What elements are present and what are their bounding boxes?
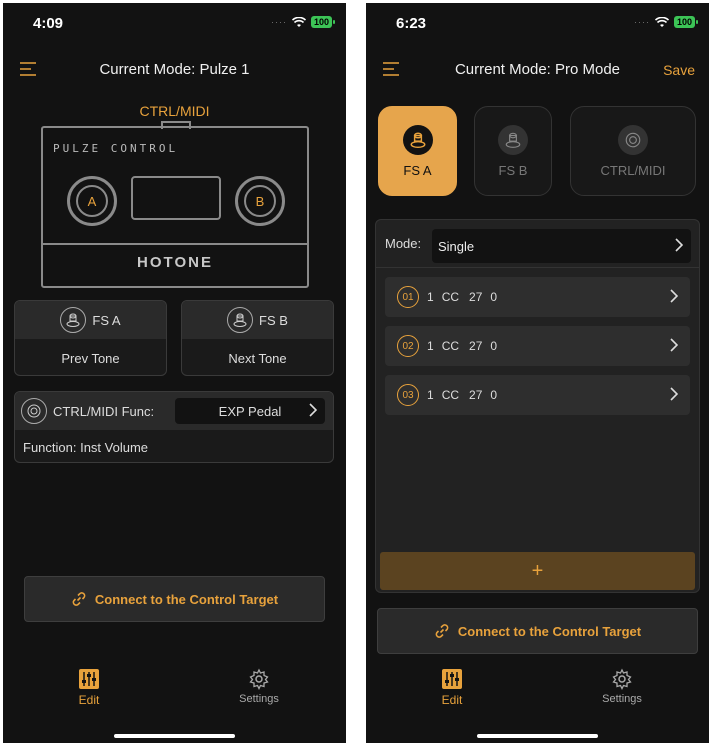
link-icon xyxy=(72,592,86,606)
mode-row: Mode: Single xyxy=(376,220,699,268)
message-channel: 1 xyxy=(427,388,434,402)
status-bar: 6:23 ···· 100 xyxy=(366,3,709,43)
link-icon xyxy=(435,624,449,638)
add-message-button[interactable]: + xyxy=(380,552,695,590)
chevron-right-icon xyxy=(670,338,678,352)
message-number: 02 xyxy=(397,335,419,357)
fs-a-card[interactable]: FS A Prev Tone xyxy=(14,300,167,376)
tab-settings-label: Settings xyxy=(239,693,279,705)
message-value: 0 xyxy=(490,290,498,304)
page-title: Current Mode: Pro Mode xyxy=(454,61,621,78)
sliders-icon xyxy=(79,669,99,689)
ctrl-midi-func-label: CTRL/MIDI Func: xyxy=(53,403,155,419)
footswitch-icon xyxy=(60,307,87,333)
message-number: 03 xyxy=(397,384,419,406)
tile-ctrl-midi[interactable]: CTRL/MIDI xyxy=(570,106,696,196)
message-row[interactable]: 02 1 CC 27 0 xyxy=(385,326,690,366)
connect-label: Connect to the Control Target xyxy=(457,623,642,639)
wifi-icon xyxy=(291,16,306,27)
tile-fs-b-label: FS B xyxy=(498,162,528,178)
chevron-right-icon xyxy=(670,387,678,401)
fs-a-title: FS A xyxy=(92,312,121,328)
ctrl-midi-port-label: CTRL/MIDI xyxy=(139,103,210,119)
chevron-right-icon xyxy=(675,238,683,252)
mode-select[interactable]: Single xyxy=(432,229,691,263)
battery-icon: 100 xyxy=(310,16,336,28)
divider xyxy=(43,243,307,245)
tile-ctrl-midi-label: CTRL/MIDI xyxy=(600,162,666,178)
footswitch-icon xyxy=(498,124,528,155)
phone-screen-left: 4:09 ···· 100 Current Mode: Pulze 1 CTRL… xyxy=(3,3,346,743)
message-type: CC xyxy=(441,339,460,353)
gear-icon xyxy=(249,668,269,690)
footswitch-b[interactable]: B xyxy=(235,176,285,226)
function-description: Function: Inst Volume xyxy=(23,439,149,455)
sliders-icon xyxy=(442,669,462,689)
wifi-icon xyxy=(654,16,669,27)
mode-value: Single xyxy=(438,238,475,254)
message-channel: 1 xyxy=(427,290,434,304)
footswitch-b-label: B xyxy=(244,185,276,217)
battery-icon: 100 xyxy=(673,16,699,28)
tab-edit-label: Edit xyxy=(78,693,100,707)
phone-screen-right: 6:23 ···· 100 Current Mode: Pro Mode Sav… xyxy=(366,3,709,743)
ctrl-midi-func-select[interactable]: EXP Pedal xyxy=(175,398,325,424)
message-value: 0 xyxy=(490,388,498,402)
tile-fs-a-label: FS A xyxy=(403,162,432,178)
message-number: 01 xyxy=(397,286,419,308)
message-panel: Mode: Single 01 1 CC 27 0 02 1 CC 27 0 0… xyxy=(375,219,700,593)
fs-b-value: Next Tone xyxy=(228,350,287,366)
status-bar: 4:09 ···· 100 xyxy=(3,3,346,43)
tab-edit-label: Edit xyxy=(441,693,463,707)
message-row[interactable]: 01 1 CC 27 0 xyxy=(385,277,690,317)
pedal-icon xyxy=(21,398,47,424)
save-button[interactable]: Save xyxy=(663,62,695,78)
tab-settings-label: Settings xyxy=(602,693,642,705)
fs-a-value: Prev Tone xyxy=(61,350,120,366)
tab-settings[interactable]: Settings xyxy=(219,668,299,705)
connect-button[interactable]: Connect to the Control Target xyxy=(24,576,325,622)
home-indicator[interactable] xyxy=(114,734,235,738)
page-title: Current Mode: Pulze 1 xyxy=(99,61,250,78)
ctrl-midi-func-card: CTRL/MIDI Func: EXP Pedal Function: Inst… xyxy=(14,391,334,463)
message-cc-number: 27 xyxy=(469,339,483,353)
device-illustration: PULZE CONTROL A B HOTONE xyxy=(41,126,309,288)
status-time: 6:23 xyxy=(396,15,427,32)
status-time: 4:09 xyxy=(33,15,64,32)
tab-edit[interactable]: Edit xyxy=(49,668,129,707)
footswitch-icon xyxy=(227,307,254,333)
tab-settings[interactable]: Settings xyxy=(582,668,662,705)
device-display xyxy=(131,176,221,220)
message-row[interactable]: 03 1 CC 27 0 xyxy=(385,375,690,415)
message-type: CC xyxy=(441,290,460,304)
fs-b-title: FS B xyxy=(259,312,288,328)
footswitch-a-label: A xyxy=(76,185,108,217)
connect-label: Connect to the Control Target xyxy=(94,591,279,607)
gear-icon xyxy=(612,668,632,690)
chevron-right-icon xyxy=(670,289,678,303)
signal-icon: ···· xyxy=(633,17,650,27)
tab-edit[interactable]: Edit xyxy=(412,668,492,707)
message-cc-number: 27 xyxy=(469,290,483,304)
footswitch-a[interactable]: A xyxy=(67,176,117,226)
pedal-icon xyxy=(618,124,648,155)
device-logo: HOTONE xyxy=(137,254,213,271)
connect-button[interactable]: Connect to the Control Target xyxy=(377,608,698,654)
message-cc-number: 27 xyxy=(469,388,483,402)
tile-fs-b[interactable]: FS B xyxy=(474,106,552,196)
footswitch-icon xyxy=(402,124,433,155)
message-value: 0 xyxy=(490,339,498,353)
ctrl-midi-func-value: EXP Pedal xyxy=(218,403,282,419)
fs-b-card[interactable]: FS B Next Tone xyxy=(181,300,334,376)
signal-icon: ···· xyxy=(270,17,287,27)
tile-fs-a[interactable]: FS A xyxy=(378,106,457,196)
device-brand: PULZE CONTROL xyxy=(53,142,179,155)
message-type: CC xyxy=(441,388,460,402)
mode-label: Mode: xyxy=(385,236,422,251)
message-channel: 1 xyxy=(427,339,434,353)
home-indicator[interactable] xyxy=(477,734,598,738)
chevron-right-icon xyxy=(309,403,317,417)
